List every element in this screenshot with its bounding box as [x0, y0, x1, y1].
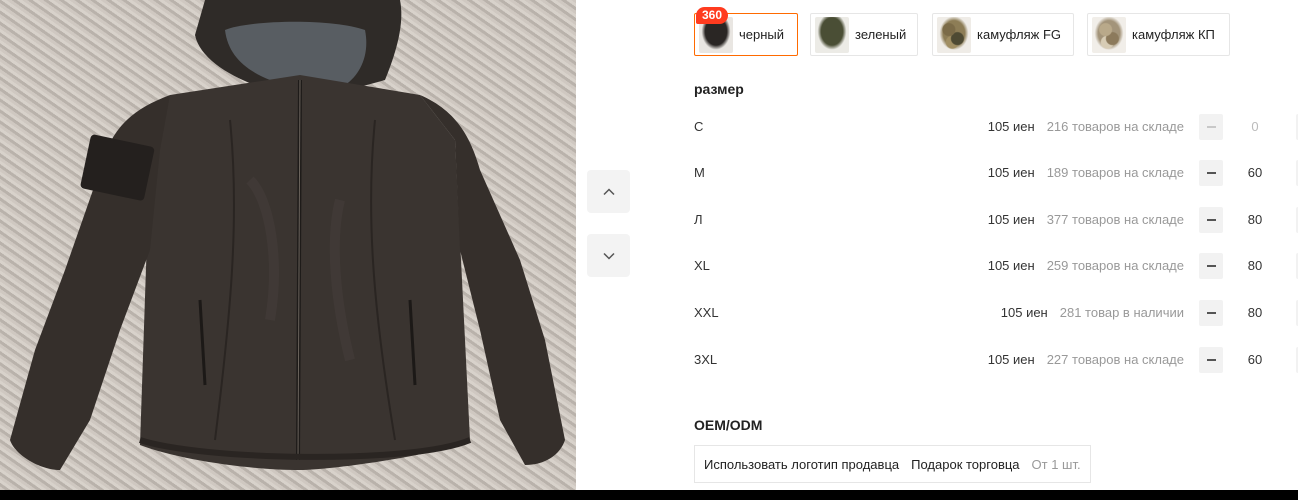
selected-count-badge: 360: [696, 7, 729, 24]
minus-icon: [1206, 312, 1216, 314]
stock-count: 189 товаров на складе: [1046, 165, 1184, 180]
stock-count: 377 товаров на складе: [1046, 212, 1184, 227]
quantity-value[interactable]: 80: [1239, 305, 1271, 320]
color-option-label: черный: [739, 27, 785, 42]
price-stock: 105 иен 259 товаров на складе: [988, 258, 1184, 273]
product-page: черный зеленый камуфляж FG камуфляж КП 3…: [0, 0, 1298, 490]
stock-count: 216 товаров на складе: [1046, 119, 1184, 134]
color-option-label: зеленый: [855, 27, 907, 42]
price: 105 иен: [987, 212, 1035, 227]
price: 105 иен: [1000, 305, 1048, 320]
quantity-value[interactable]: 60: [1239, 352, 1271, 367]
product-options-panel: черный зеленый камуфляж FG камуфляж КП 3…: [676, 0, 1298, 490]
decrease-quantity-button[interactable]: [1199, 253, 1223, 279]
stock-count: 281 товар в наличии: [1059, 305, 1184, 320]
quantity-value[interactable]: 80: [1239, 212, 1271, 227]
price-stock: 105 иен 189 товаров на складе: [988, 165, 1184, 180]
decrease-quantity-button[interactable]: [1199, 114, 1223, 140]
price-stock: 105 иен 227 товаров на складе: [988, 352, 1184, 367]
thumbnail-scroll-up-button[interactable]: [587, 170, 630, 213]
size-row: С 105 иен 216 товаров на складе 0: [694, 114, 1298, 140]
price: 105 иен: [987, 119, 1035, 134]
size-row: 3XL 105 иен 227 товаров на складе 60: [694, 347, 1298, 373]
color-option-label: камуфляж FG: [977, 27, 1062, 42]
quantity-value[interactable]: 60: [1239, 165, 1271, 180]
stock-count: 259 товаров на складе: [1046, 258, 1184, 273]
oem-min-order: От 1 шт.: [1031, 456, 1081, 472]
oem-option-seller-logo[interactable]: Использовать логотип продавца: [704, 457, 899, 472]
minus-icon: [1206, 126, 1216, 128]
color-option-label: камуфляж КП: [1132, 27, 1215, 42]
size-label: Л: [694, 212, 703, 227]
price: 105 иен: [987, 165, 1035, 180]
size-label: XXL: [694, 305, 719, 320]
price-stock: 105 иен 377 товаров на складе: [988, 212, 1184, 227]
price-stock: 105 иен 281 товар в наличии: [1001, 305, 1184, 320]
size-row: M 105 иен 189 товаров на складе 60: [694, 160, 1298, 186]
quantity-value[interactable]: 80: [1239, 258, 1271, 273]
size-label: M: [694, 165, 705, 180]
size-label: XL: [694, 258, 710, 273]
size-row: XL 105 иен 259 товаров на складе 80: [694, 253, 1298, 279]
size-section-title: размер: [694, 81, 744, 97]
camo-kp-jacket-thumb: [1092, 16, 1126, 53]
minus-icon: [1206, 265, 1216, 267]
price: 105 иен: [987, 258, 1035, 273]
product-main-image: [0, 0, 576, 490]
size-label: 3XL: [694, 352, 718, 367]
camo-fg-jacket-thumb: [937, 16, 971, 53]
price-stock: 105 иен 216 товаров на складе: [988, 119, 1184, 134]
decrease-quantity-button[interactable]: [1199, 347, 1223, 373]
decrease-quantity-button[interactable]: [1199, 207, 1223, 233]
size-row: XXL 105 иен 281 товар в наличии 80: [694, 300, 1298, 326]
thumbnail-scroll-down-button[interactable]: [587, 234, 630, 277]
jacket-photo-illustration: [10, 0, 565, 470]
chevron-up-icon: [602, 187, 615, 195]
minus-icon: [1206, 359, 1216, 361]
decrease-quantity-button[interactable]: [1199, 160, 1223, 186]
oem-options: Использовать логотип продавца Подарок то…: [694, 445, 1091, 483]
chevron-down-icon: [602, 252, 615, 260]
quantity-value[interactable]: 0: [1239, 119, 1271, 134]
color-option-camo-kp[interactable]: камуфляж КП: [1087, 13, 1230, 56]
oem-option-merchant-gift[interactable]: Подарок торговца: [911, 457, 1019, 472]
price: 105 иен: [987, 352, 1035, 367]
minus-icon: [1206, 172, 1216, 174]
color-option-camo-fg[interactable]: камуфляж FG: [932, 13, 1074, 56]
size-label: С: [694, 119, 704, 134]
green-jacket-thumb: [815, 16, 849, 53]
minus-icon: [1206, 219, 1216, 221]
oem-section-title: OEM/ODM: [694, 417, 763, 433]
color-option-green[interactable]: зеленый: [810, 13, 918, 56]
size-row: Л 105 иен 377 товаров на складе 80: [694, 207, 1298, 233]
decrease-quantity-button[interactable]: [1199, 300, 1223, 326]
stock-count: 227 товаров на складе: [1046, 352, 1184, 367]
